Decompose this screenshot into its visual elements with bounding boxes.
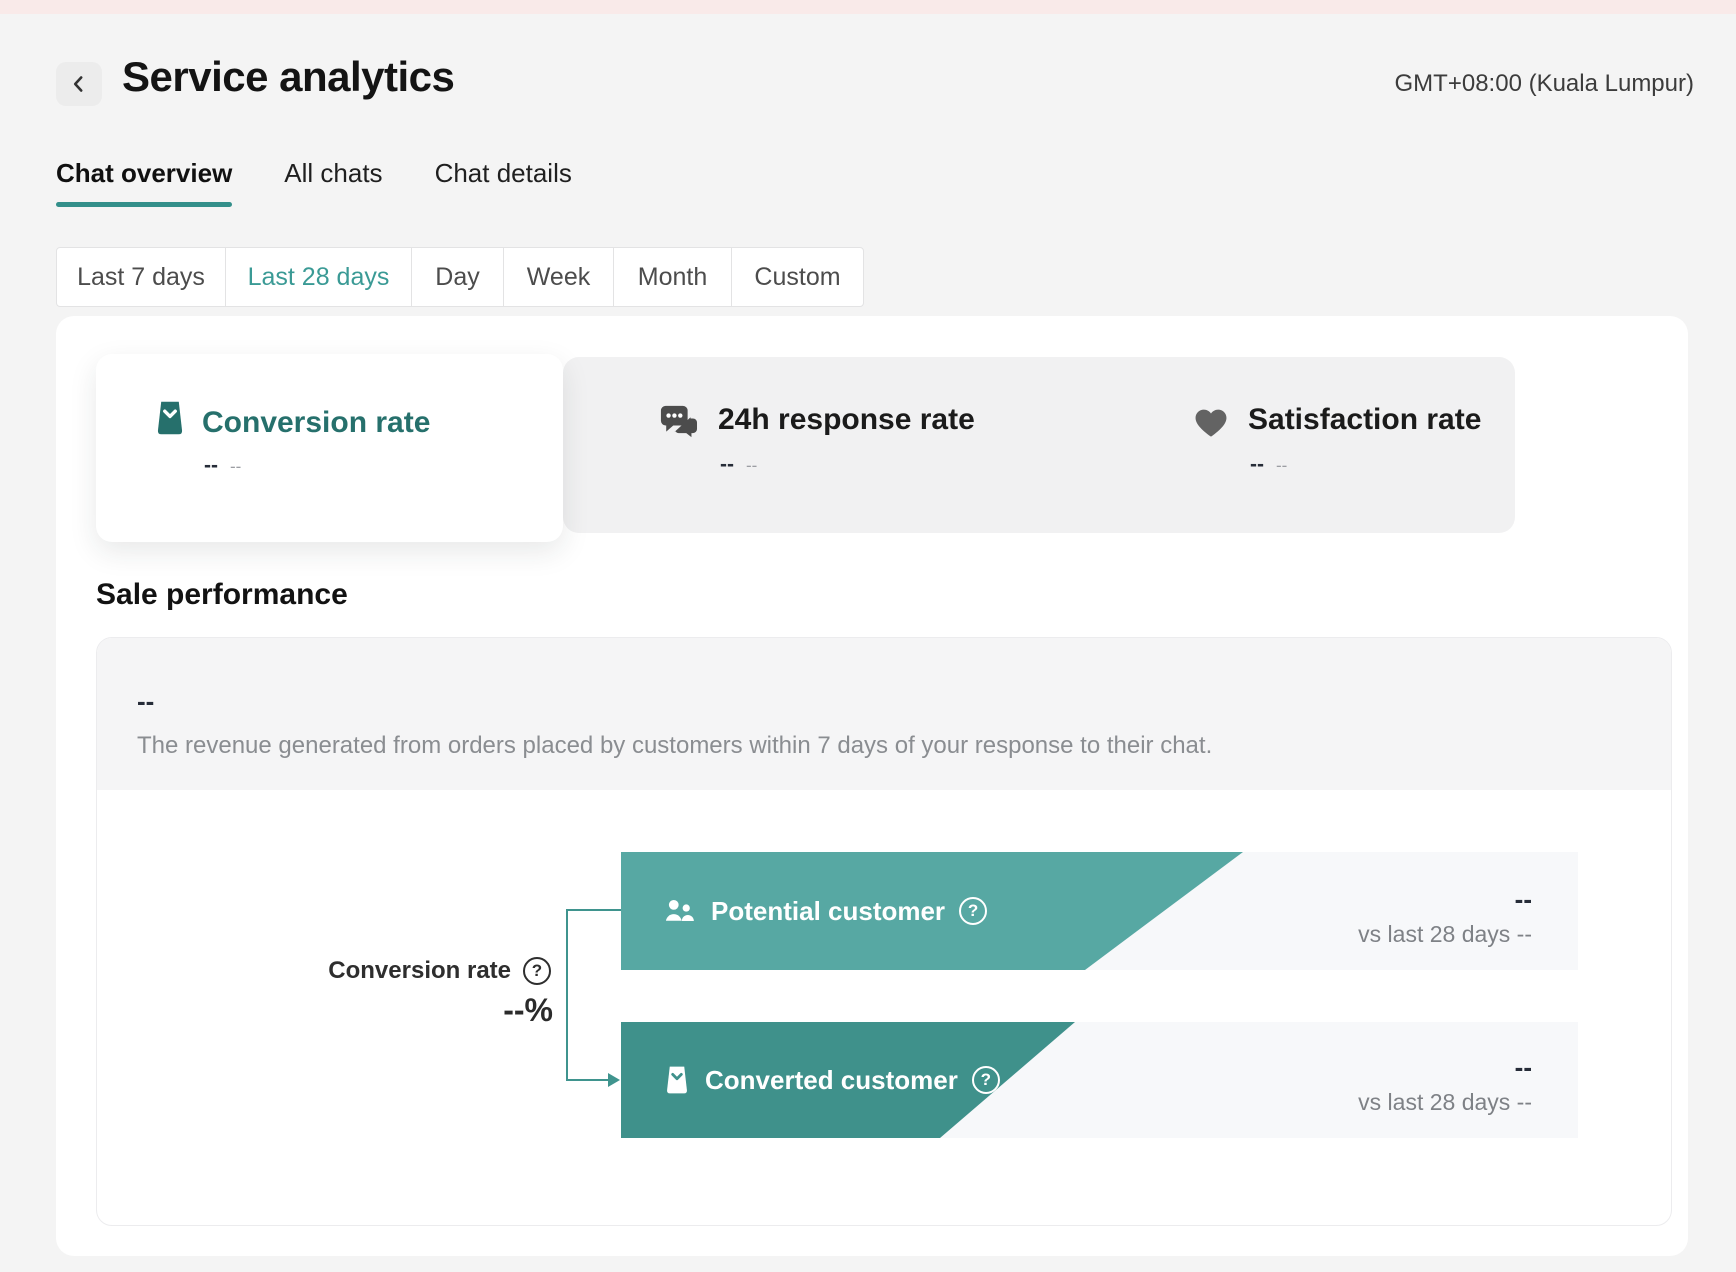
shopping-bag-icon: [663, 1064, 691, 1096]
funnel-connector-arrow: [608, 1073, 620, 1087]
metric-card-satisfaction-rate[interactable]: Satisfaction rate -- --: [1192, 395, 1612, 525]
metric-card-title: Conversion rate: [202, 406, 430, 440]
tab-bar: Chat overview All chats Chat details: [56, 158, 572, 207]
filter-custom[interactable]: Custom: [731, 247, 864, 307]
chevron-left-icon: [66, 71, 92, 97]
sale-performance-header: -- The revenue generated from orders pla…: [97, 638, 1671, 790]
back-button[interactable]: [56, 62, 102, 106]
funnel-bar-label: Potential customer: [711, 896, 945, 927]
help-icon[interactable]: [523, 957, 551, 985]
help-icon[interactable]: [959, 897, 987, 925]
timezone-label: GMT+08:00 (Kuala Lumpur): [1395, 70, 1694, 98]
tab-chat-details[interactable]: Chat details: [435, 158, 572, 207]
filter-day[interactable]: Day: [411, 247, 504, 307]
funnel-row-metrics: -- vs last 28 days --: [1358, 884, 1532, 948]
date-range-filter: Last 7 days Last 28 days Day Week Month …: [56, 247, 864, 307]
funnel-row-value: --: [1358, 1052, 1532, 1083]
filter-week[interactable]: Week: [503, 247, 614, 307]
metric-card-title: 24h response rate: [718, 403, 975, 437]
sale-revenue-description: The revenue generated from orders placed…: [137, 732, 1212, 760]
funnel-row-value: --: [1358, 884, 1532, 915]
funnel-row-comparison: vs last 28 days --: [1358, 1089, 1532, 1116]
metric-sub-value: --: [230, 457, 241, 477]
chat-bubbles-icon: [658, 403, 702, 448]
active-tab-underline: [56, 202, 232, 207]
tab-chat-overview[interactable]: Chat overview: [56, 158, 232, 207]
funnel-connector-line: [566, 910, 568, 1080]
metric-card-title: Satisfaction rate: [1248, 403, 1481, 437]
metric-card-24h-response-rate[interactable]: 24h response rate -- --: [658, 395, 1078, 525]
tab-all-chats[interactable]: All chats: [284, 158, 382, 207]
funnel-row-comparison: vs last 28 days --: [1358, 921, 1532, 948]
metric-card-values: -- --: [1250, 453, 1287, 477]
metric-card-values: -- --: [720, 453, 757, 477]
filter-month[interactable]: Month: [613, 247, 732, 307]
service-analytics-page: Service analytics GMT+08:00 (Kuala Lumpu…: [0, 0, 1736, 1272]
conversion-rate-value: --%: [503, 992, 553, 1029]
page-title: Service analytics: [122, 53, 454, 101]
funnel-bar-label: Converted customer: [705, 1065, 958, 1096]
heart-icon: [1192, 405, 1230, 444]
metric-card-conversion-rate[interactable]: Conversion rate -- --: [96, 354, 563, 542]
metric-value: --: [720, 453, 734, 477]
sale-performance-heading: Sale performance: [96, 578, 348, 612]
funnel-connector-line: [566, 909, 621, 911]
metric-value: --: [204, 454, 218, 478]
funnel-connector-line: [566, 1079, 610, 1081]
funnel-row-metrics: -- vs last 28 days --: [1358, 1052, 1532, 1116]
top-notification-strip: [0, 0, 1736, 14]
shopping-bag-icon: [153, 398, 187, 443]
metric-value: --: [1250, 453, 1264, 477]
people-icon: [663, 897, 697, 925]
metric-sub-value: --: [746, 456, 757, 476]
conversion-rate-label-row: Conversion rate: [328, 957, 551, 985]
help-icon[interactable]: [972, 1066, 1000, 1094]
metric-sub-value: --: [1276, 456, 1287, 476]
sale-revenue-value: --: [137, 686, 154, 717]
filter-last-28-days[interactable]: Last 28 days: [225, 247, 412, 307]
metric-card-values: -- --: [204, 454, 241, 478]
conversion-rate-label: Conversion rate: [328, 957, 511, 985]
filter-last-7-days[interactable]: Last 7 days: [56, 247, 226, 307]
